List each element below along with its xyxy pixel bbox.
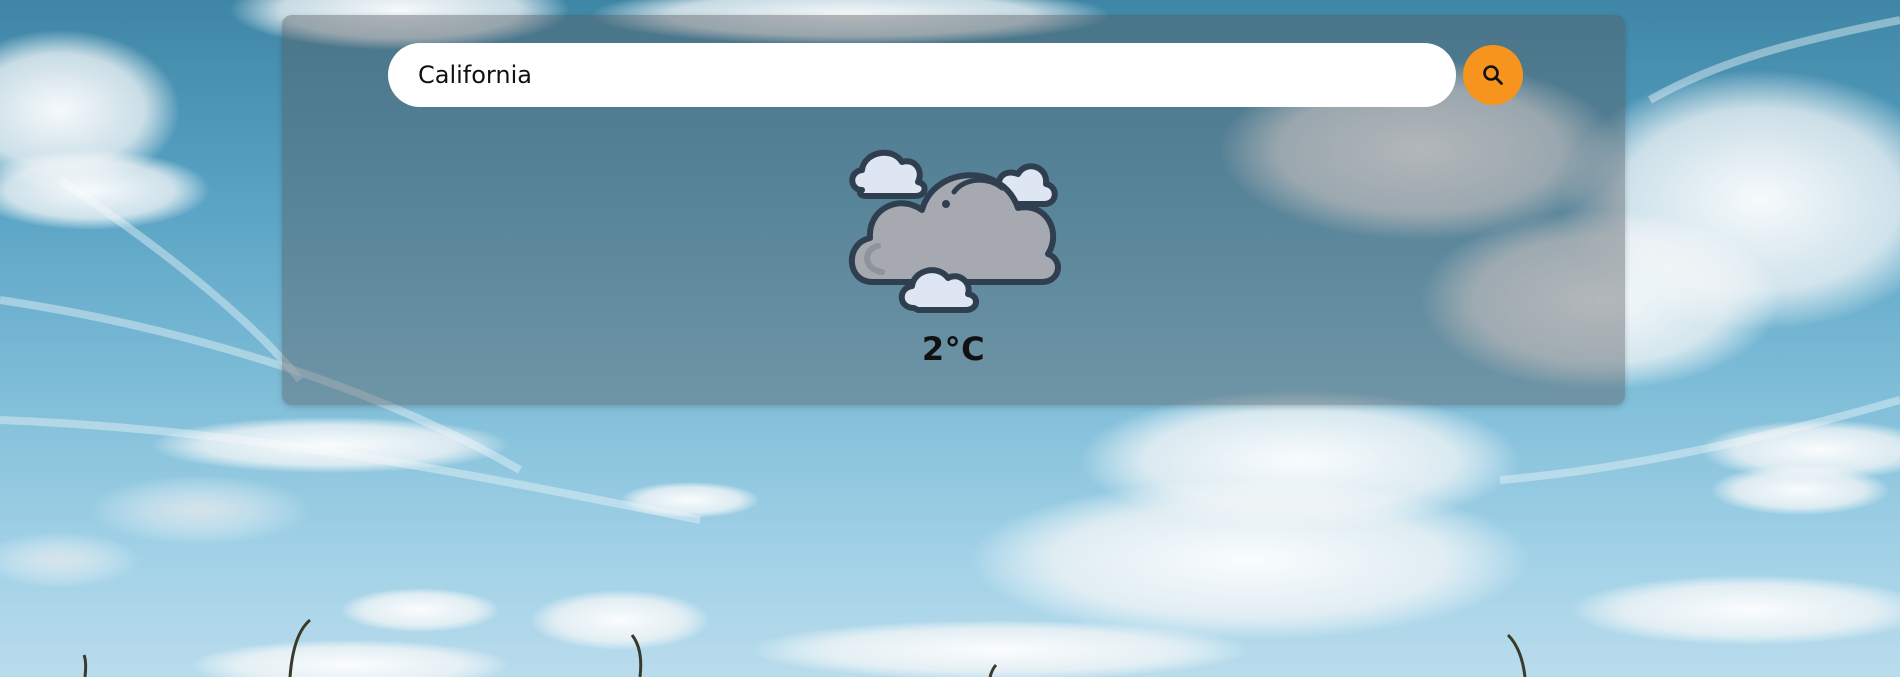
search-bar [388,43,1523,107]
app-root: 2°C [0,0,1900,677]
temperature-readout: 2°C [921,330,986,368]
weather-card: 2°C [282,15,1625,405]
search-icon [1483,65,1503,85]
search-button[interactable] [1463,45,1523,105]
search-input[interactable] [388,43,1456,107]
partly-cloudy-icon [848,149,1061,313]
